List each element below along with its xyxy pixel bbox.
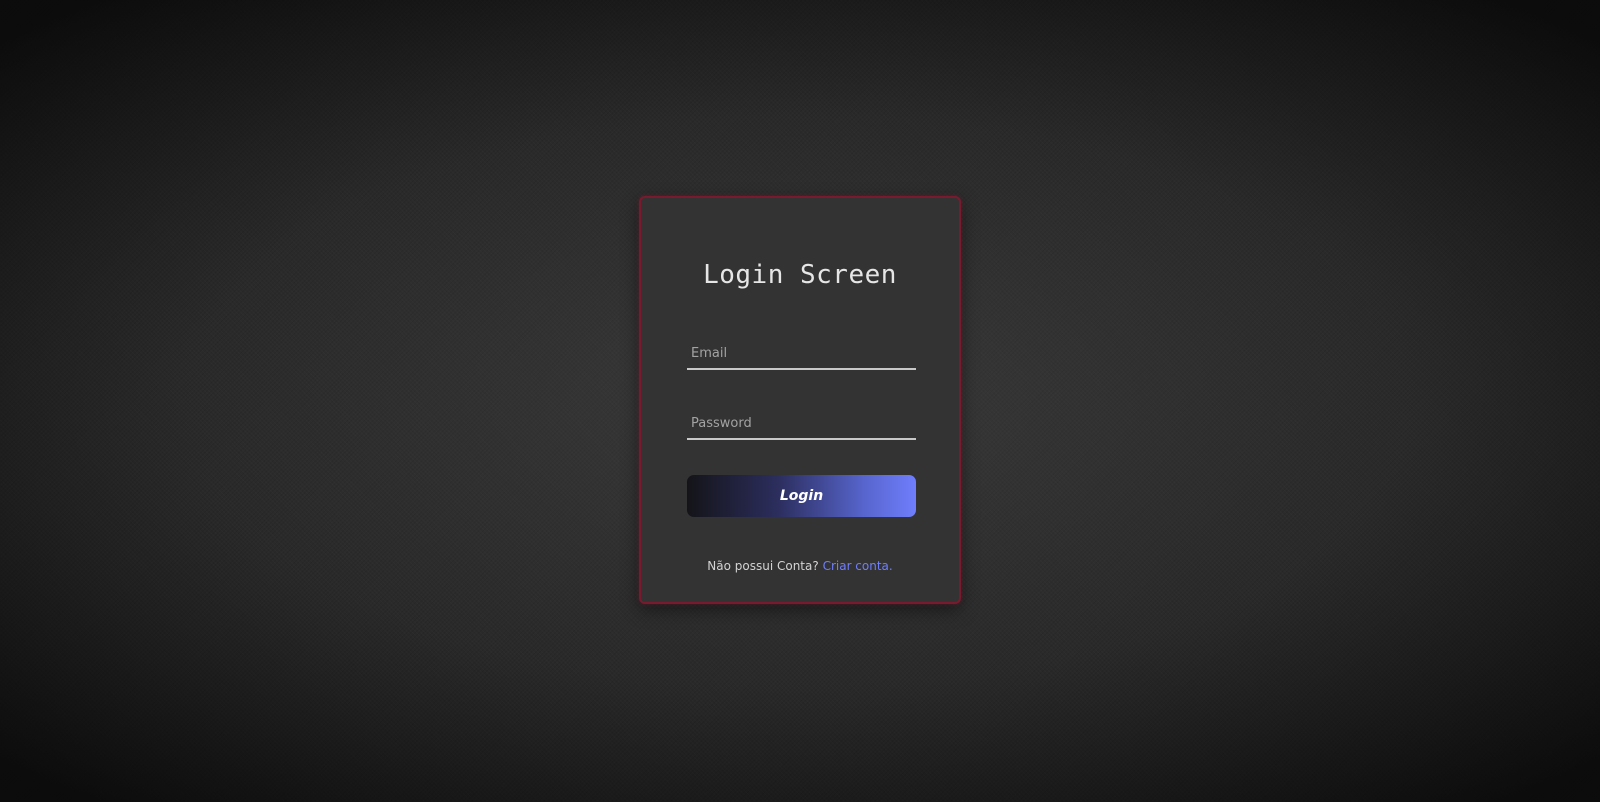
signup-prompt-text: Não possui Conta? — [707, 559, 819, 573]
login-title: Login Screen — [703, 260, 897, 290]
login-button[interactable]: Login — [687, 475, 916, 517]
signup-prompt: Não possui Conta? Criar conta. — [641, 559, 959, 573]
email-field-container — [687, 338, 916, 370]
login-card: Login Screen Login Não possui Conta? Cri… — [639, 196, 961, 604]
page-background: { "login_card": { "title": "Login Screen… — [0, 0, 1600, 802]
password-field-container — [687, 408, 916, 440]
password-input[interactable] — [687, 408, 916, 438]
create-account-link[interactable]: Criar conta. — [823, 559, 893, 573]
email-input[interactable] — [687, 338, 916, 368]
